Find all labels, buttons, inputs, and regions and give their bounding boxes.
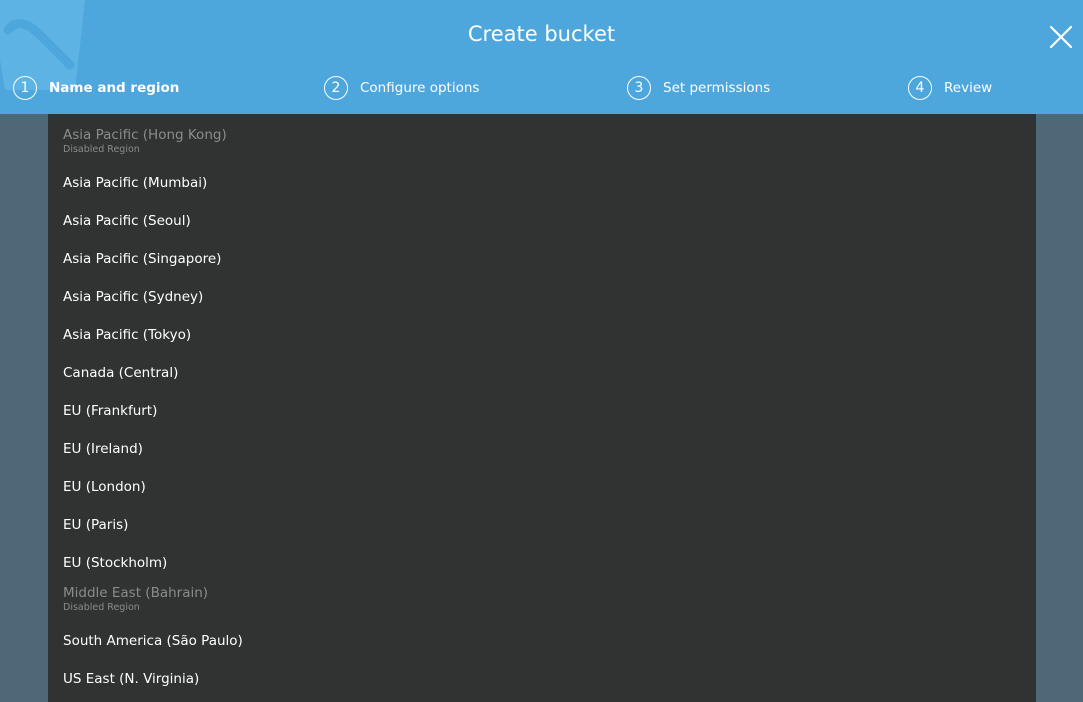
close-button[interactable] (1046, 22, 1076, 52)
step-number: 3 (627, 76, 651, 100)
step-number: 1 (13, 76, 37, 100)
step-label: Configure options (360, 80, 480, 96)
region-option-us-east-n-virginia[interactable]: US East (N. Virginia) (63, 670, 199, 688)
region-name: EU (Frankfurt) (63, 403, 158, 419)
step-label: Name and region (49, 80, 180, 96)
region-option-asia-pacific-seoul[interactable]: Asia Pacific (Seoul) (63, 212, 191, 230)
dialog-header: Create bucket 1 Name and region 2 Config… (0, 0, 1083, 114)
region-name: US East (N. Virginia) (63, 671, 200, 687)
region-option-middle-east-bahrain: Middle East (Bahrain) Disabled Region (63, 584, 208, 614)
region-option-asia-pacific-singapore[interactable]: Asia Pacific (Singapore) (63, 250, 221, 268)
step-number: 4 (908, 76, 932, 100)
disabled-region-note: Disabled Region (63, 602, 140, 613)
disabled-region-note: Disabled Region (63, 144, 140, 155)
region-name: Canada (Central) (63, 365, 179, 381)
region-option-eu-paris[interactable]: EU (Paris) (63, 516, 128, 534)
region-option-eu-stockholm[interactable]: EU (Stockholm) (63, 554, 167, 572)
region-option-south-america-sao-paulo[interactable]: South America (São Paulo) (63, 632, 243, 650)
dialog-title: Create bucket (467, 22, 616, 46)
step-number: 2 (324, 76, 348, 100)
region-option-asia-pacific-mumbai[interactable]: Asia Pacific (Mumbai) (63, 174, 207, 192)
region-name: Asia Pacific (Mumbai) (63, 175, 208, 191)
region-option-asia-pacific-tokyo[interactable]: Asia Pacific (Tokyo) (63, 326, 191, 344)
region-option-eu-ireland[interactable]: EU (Ireland) (63, 440, 143, 458)
step-review[interactable]: 4 Review (908, 75, 992, 101)
region-name: EU (Ireland) (63, 441, 143, 457)
step-label: Review (944, 80, 993, 96)
region-option-asia-pacific-sydney[interactable]: Asia Pacific (Sydney) (63, 288, 203, 306)
close-icon (1049, 25, 1073, 49)
region-name: Asia Pacific (Singapore) (63, 251, 222, 267)
region-name: South America (São Paulo) (63, 633, 243, 649)
step-set-permissions[interactable]: 3 Set permissions (627, 75, 770, 101)
region-name: Asia Pacific (Seoul) (63, 213, 191, 229)
region-name: Asia Pacific (Hong Kong) (63, 127, 227, 143)
region-name: EU (Paris) (63, 517, 129, 533)
region-name: Asia Pacific (Tokyo) (63, 327, 192, 343)
region-option-eu-frankfurt[interactable]: EU (Frankfurt) (63, 402, 157, 420)
region-option-eu-london[interactable]: EU (London) (63, 478, 146, 496)
region-name: Middle East (Bahrain) (63, 585, 209, 601)
region-option-canada-central[interactable]: Canada (Central) (63, 364, 178, 382)
region-dropdown-list[interactable]: Asia Pacific (Hong Kong) Disabled Region… (48, 114, 1036, 702)
region-name: Asia Pacific (Sydney) (63, 289, 204, 305)
step-label: Set permissions (663, 80, 771, 96)
step-configure-options[interactable]: 2 Configure options (324, 75, 479, 101)
step-name-and-region[interactable]: 1 Name and region (13, 75, 179, 101)
region-option-asia-pacific-hong-kong: Asia Pacific (Hong Kong) Disabled Region (63, 126, 227, 156)
region-name: EU (Stockholm) (63, 555, 168, 571)
region-name: EU (London) (63, 479, 146, 495)
